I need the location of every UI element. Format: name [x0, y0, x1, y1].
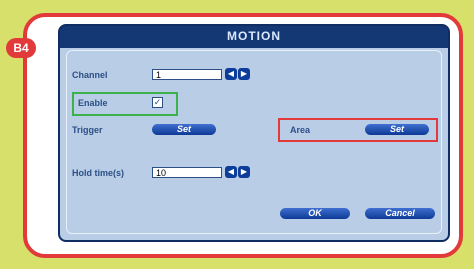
area-label: Area	[290, 125, 311, 135]
step-badge: B4	[6, 38, 36, 58]
hold-time-label: Hold time(s)	[72, 168, 125, 178]
arrow-right-icon[interactable]: ▶	[238, 68, 250, 80]
motion-dialog: MOTION Channel 1 ◀ ▶ Enable ✓ Trigger Se…	[58, 24, 450, 242]
enable-checkbox[interactable]: ✓	[152, 97, 163, 108]
arrow-left-icon[interactable]: ◀	[225, 166, 237, 178]
cancel-button[interactable]: Cancel	[365, 208, 435, 219]
trigger-set-button[interactable]: Set	[152, 124, 216, 135]
area-set-button[interactable]: Set	[365, 124, 429, 135]
channel-label: Channel	[72, 70, 108, 80]
channel-field[interactable]: 1	[152, 69, 222, 80]
ok-button[interactable]: OK	[280, 208, 350, 219]
arrow-left-icon[interactable]: ◀	[225, 68, 237, 80]
hold-time-field[interactable]: 10	[152, 167, 222, 178]
arrow-right-icon[interactable]: ▶	[238, 166, 250, 178]
enable-label: Enable	[78, 98, 108, 108]
checkmark-icon: ✓	[153, 97, 162, 107]
trigger-label: Trigger	[72, 125, 103, 135]
dialog-title: MOTION	[227, 29, 281, 43]
